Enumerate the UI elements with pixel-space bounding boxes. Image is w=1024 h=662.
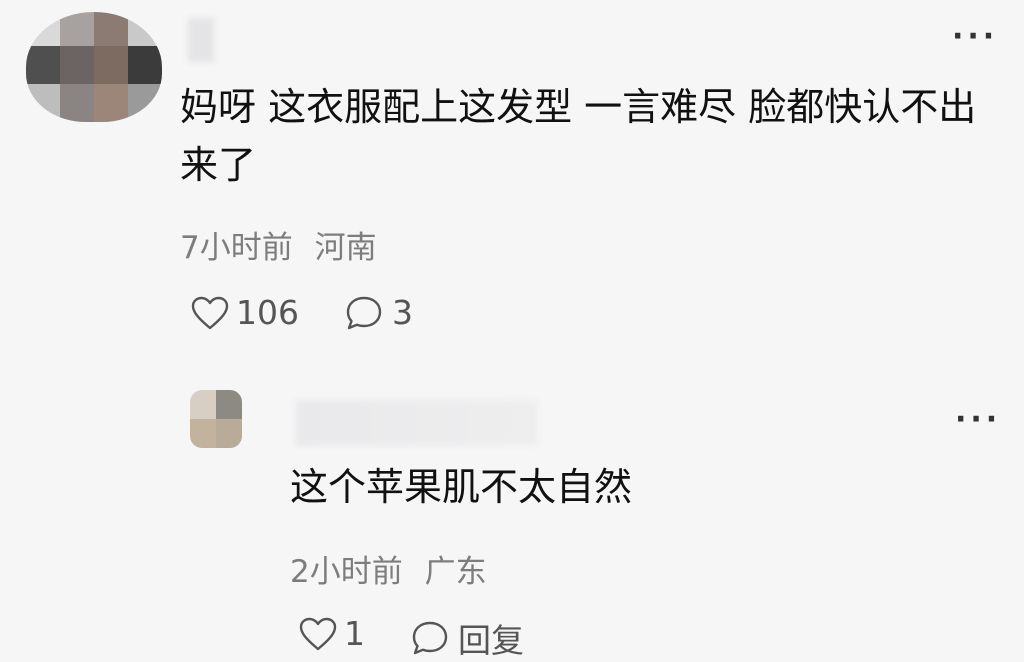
heart-outline-icon [298,616,338,652]
reply-location: 广东 [424,554,487,590]
reply-like-count: 1 [344,614,365,653]
comment-location: 河南 [314,230,377,266]
reply-like-button[interactable]: 1 [298,614,365,653]
reply-button[interactable]: 回复 [410,614,524,662]
comment-time: 7小时前 [180,230,293,266]
speech-bubble-icon [410,619,450,657]
reply-count: 3 [392,293,413,332]
heart-outline-icon [190,295,230,331]
reply-time: 2小时前 [290,554,403,590]
more-dots-icon[interactable]: ··· [952,22,998,52]
like-button[interactable]: 106 [190,293,299,332]
comment-text: 妈呀 这衣服配上这发型 一言难尽 脸都快认不出来了 [180,85,977,187]
reply-text: 这个苹果肌不太自然 [290,465,633,509]
comment-meta: 7小时前 河南 [180,222,377,267]
like-count: 106 [236,293,299,332]
reply-count-button[interactable]: 3 [344,293,413,332]
reply-avatar[interactable] [190,390,242,448]
speech-bubble-icon [344,294,384,332]
reply-label: 回复 [458,621,524,660]
username-blurred[interactable] [188,18,214,62]
reply-more-dots-icon[interactable]: ··· [955,405,1001,435]
reply-username-blurred[interactable] [296,400,538,446]
avatar[interactable] [26,12,162,122]
reply-meta: 2小时前 广东 [290,546,487,591]
